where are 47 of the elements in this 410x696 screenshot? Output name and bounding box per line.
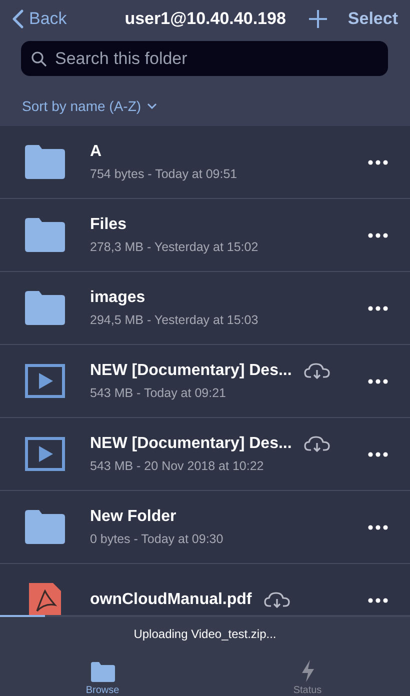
video-icon <box>25 437 65 471</box>
folder-icon <box>90 662 114 682</box>
more-icon[interactable] <box>368 378 388 384</box>
more-icon[interactable] <box>368 232 388 238</box>
folder-icon <box>25 145 65 179</box>
file-name: images <box>90 289 146 307</box>
more-icon[interactable] <box>368 452 388 456</box>
file-row[interactable]: Files 278,3 MB - Yesterday at 15:02 <box>0 199 410 272</box>
more-icon[interactable] <box>368 306 388 310</box>
file-details: 0 bytes - Today at 09:30 <box>90 532 224 546</box>
file-row[interactable]: images 294,5 MB - Yesterday at 15:03 <box>0 272 410 345</box>
file-row[interactable]: NEW [Documentary] Des... 543 MB - Today at 09:21 <box>0 345 410 418</box>
file-name: New Folder <box>90 508 176 526</box>
file-name: ownCloudManual.pdf <box>90 591 252 609</box>
select-button[interactable]: Select <box>348 9 398 29</box>
cloud-download-icon[interactable] <box>304 362 330 380</box>
file-details: 294,5 MB - Yesterday at 15:03 <box>90 313 260 327</box>
cloud-download-icon[interactable] <box>304 435 330 453</box>
more-icon[interactable] <box>368 598 388 602</box>
more-icon[interactable] <box>368 524 388 530</box>
back-button[interactable]: Back <box>12 9 67 29</box>
search-field[interactable]: Search this folder <box>21 41 388 76</box>
tab[interactable]: Browse <box>0 655 205 696</box>
file-row[interactable]: A 754 bytes - Today at 09:51 <box>0 126 410 199</box>
add-icon[interactable] <box>308 9 328 29</box>
file-row[interactable]: NEW [Documentary] Des... 543 MB - 20 Nov 2018 at 10:22 <box>0 418 410 491</box>
folder-icon <box>25 218 65 252</box>
folder-icon <box>25 510 65 544</box>
file-name: A <box>90 143 102 161</box>
sort-button[interactable]: Sort by name (A-Z) <box>22 94 158 118</box>
more-icon[interactable] <box>368 160 388 164</box>
file-name: NEW [Documentary] Des... <box>90 362 292 380</box>
file-details: 543 MB - Today at 09:21 <box>90 386 227 400</box>
chevron-left-icon <box>12 9 24 29</box>
chevron-down-icon <box>147 103 158 109</box>
lightning-icon <box>300 660 314 682</box>
file-details: 754 bytes - Today at 09:51 <box>90 167 238 181</box>
file-details: 278,3 MB - Yesterday at 15:02 <box>90 240 260 254</box>
folder-icon <box>25 291 65 325</box>
upload-status: Uploading Video_test.zip... <box>132 627 278 641</box>
file-details: 543 MB - 20 Nov 2018 at 10:22 <box>90 459 265 473</box>
file-name: NEW [Documentary] Des... <box>90 435 292 453</box>
file-name: Files <box>90 216 126 234</box>
file-row[interactable]: New Folder 0 bytes - Today at 09:30 <box>0 491 410 564</box>
window-title: user1@10.40.40.198 <box>124 9 287 29</box>
cloud-download-icon[interactable] <box>264 591 290 609</box>
video-icon <box>25 364 65 398</box>
